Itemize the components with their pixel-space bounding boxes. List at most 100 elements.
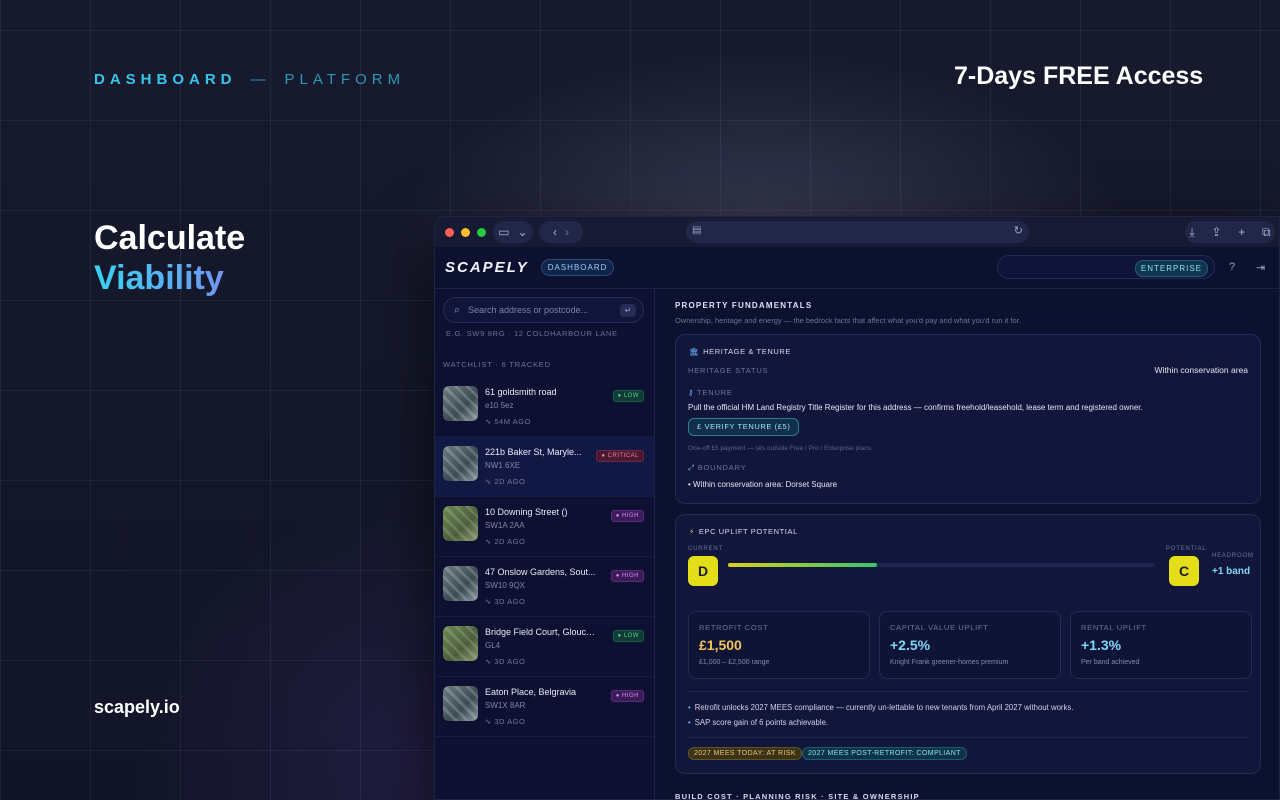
hero-heading: Calculate Viability	[94, 218, 245, 298]
trial-headline: 7-Days FREE Access	[954, 62, 1204, 90]
watchlist-item[interactable]: Bridge Field Court, Glouce... GL4 ∿ 3D A…	[435, 617, 654, 677]
sidebar-icon: ▭	[498, 225, 510, 239]
potential-label: POTENTIAL	[1166, 546, 1207, 552]
headroom-value: +1 band	[1212, 566, 1251, 577]
next-section-title: BUILD COST · PLANNING RISK · SITE & OWNE…	[675, 792, 920, 800]
app-logo[interactable]: SCAPELY	[445, 259, 529, 276]
verify-tenure-button[interactable]: £ VERIFY TENURE (£5)	[688, 418, 800, 436]
property-name: 221b Baker St, Maryle...	[485, 447, 582, 457]
mees-today-tag: 2027 MEES TODAY: AT RISK	[688, 747, 802, 760]
boundary-value: • Within conservation area: Dorset Squar…	[688, 480, 838, 489]
new-tab-icon[interactable]: +	[1238, 225, 1245, 239]
risk-badge: ● LOW	[612, 390, 644, 402]
account-switcher[interactable]: ENTERPRISE	[997, 255, 1215, 279]
search-box: ⌕ ↵	[443, 297, 644, 323]
epc-progress-fill	[728, 563, 878, 567]
history-nav: ‹ ›	[539, 221, 583, 243]
stat-description: £1,000 – £2,500 range	[699, 659, 770, 666]
watchlist-item[interactable]: Eaton Place, Belgravia SW1X 8AR ∿ 3D AGO…	[435, 677, 654, 737]
capital-uplift-stat: CAPITAL VALUE UPLIFT +2.5% Knight Frank …	[879, 611, 1061, 679]
property-thumbnail	[443, 566, 478, 601]
back-icon[interactable]: ‹	[553, 225, 557, 239]
help-icon[interactable]: ?	[1229, 261, 1235, 273]
boundary-label: ⤢ BOUNDARY	[688, 463, 747, 472]
epc-note: • Retrofit unlocks 2027 MEES compliance —…	[688, 703, 1074, 712]
mees-post-retrofit-tag: 2027 MEES POST-RETROFIT: COMPLIANT	[802, 747, 967, 760]
search-input[interactable]	[468, 301, 618, 319]
sidebar-toggle-button[interactable]: ▭ ⌄	[493, 221, 533, 243]
last-updated: ∿ 3D AGO	[485, 657, 526, 666]
risk-badge: ● HIGH	[610, 690, 644, 702]
share-icon[interactable]: ⇪	[1211, 225, 1221, 239]
activity-icon: ∿	[485, 657, 495, 666]
last-updated: ∿ 54M AGO	[485, 417, 531, 426]
boundary-icon: ⤢	[688, 463, 698, 472]
activity-icon: ∿	[485, 537, 495, 546]
retrofit-cost-stat: RETROFIT COST £1,500 £1,000 – £2,500 ran…	[688, 611, 870, 679]
epc-note: • SAP score gain of 6 points achievable.	[688, 718, 829, 727]
watchlist-item[interactable]: 47 Onslow Gardens, Sout... SW10 9QX ∿ 3D…	[435, 557, 654, 617]
brand-line: DASHBOARD — PLATFORM	[94, 71, 405, 88]
watchlist-item[interactable]: 221b Baker St, Maryle... NW1 6XE ∿ 2D AG…	[435, 437, 654, 497]
hero-line-1: Calculate	[94, 219, 246, 257]
property-postcode: SW10 9QX	[485, 581, 526, 590]
activity-icon: ∿	[485, 477, 495, 486]
tenure-label: ⚷ TENURE	[688, 388, 733, 397]
stat-value: +2.5%	[890, 637, 931, 653]
divider	[688, 691, 1248, 692]
epc-progress-track	[728, 563, 1154, 567]
property-name: 61 goldsmith road	[485, 387, 557, 397]
minimize-window-button[interactable]	[461, 227, 470, 237]
card-title: 🏛 HERITAGE & TENURE	[689, 347, 791, 356]
app-header: SCAPELY DASHBOARD ENTERPRISE ? ⇥	[435, 247, 1279, 289]
stat-label: CAPITAL VALUE UPLIFT	[890, 623, 989, 632]
activity-icon: ∿	[485, 717, 495, 726]
stat-label: RETROFIT COST	[699, 623, 769, 632]
property-name: Eaton Place, Belgravia	[485, 687, 577, 697]
watchlist-item[interactable]: 10 Downing Street () SW1A 2AA ∿ 2D AGO ●…	[435, 497, 654, 557]
watchlist-item[interactable]: 61 goldsmith road e10 5ez ∿ 54M AGO ● LO…	[435, 377, 654, 437]
section-title: PROPERTY FUNDAMENTALS	[675, 301, 813, 310]
property-thumbnail	[443, 686, 478, 721]
reload-icon[interactable]: ↻	[1014, 224, 1023, 237]
download-icon[interactable]: ⤓	[1189, 225, 1194, 240]
property-postcode: SW1X 8AR	[485, 701, 526, 710]
address-bar[interactable]: ▤ ↻	[686, 221, 1029, 243]
watchlist: 61 goldsmith road e10 5ez ∿ 54M AGO ● LO…	[435, 377, 654, 737]
property-thumbnail	[443, 626, 478, 661]
property-name: 10 Downing Street ()	[485, 507, 568, 517]
browser-window: ▭ ⌄ ‹ › ▤ ↻ ⤓ ⇪ + ⧉ SCAPELY DASHBOARD ENTE…	[434, 216, 1280, 800]
chevron-down-icon: ⌄	[517, 225, 528, 239]
stat-value: +1.3%	[1081, 637, 1122, 653]
brand-primary: DASHBOARD	[94, 71, 237, 88]
heritage-status-value: Within conservation area	[1154, 365, 1248, 375]
sidebar: ⌕ ↵ E.G. SW9 8RG · 12 COLDHARBOUR LANE W…	[435, 289, 655, 799]
property-postcode: NW1 6XE	[485, 461, 521, 470]
risk-badge: ● HIGH	[610, 570, 644, 582]
property-postcode: e10 5ez	[485, 401, 514, 410]
page-icon: ▤	[692, 225, 702, 236]
enter-key-icon[interactable]: ↵	[620, 304, 636, 317]
fine-print: One-off £5 payment — sits outside Free /…	[688, 445, 873, 452]
dashboard-nav-pill[interactable]: DASHBOARD	[540, 259, 615, 276]
close-window-button[interactable]	[445, 227, 454, 237]
last-updated: ∿ 3D AGO	[485, 717, 526, 726]
property-name: 47 Onslow Gardens, Sout...	[485, 567, 596, 577]
logout-icon[interactable]: ⇥	[1256, 261, 1265, 274]
risk-badge: ● LOW	[612, 630, 644, 642]
heritage-tenure-card: 🏛 HERITAGE & TENURE HERITAGE STATUS Withi…	[675, 334, 1261, 504]
forward-icon[interactable]: ›	[565, 225, 569, 239]
last-updated: ∿ 3D AGO	[485, 597, 526, 606]
tabs-overview-icon[interactable]: ⧉	[1262, 225, 1271, 240]
divider	[688, 737, 1248, 738]
last-updated: ∿ 2D AGO	[485, 477, 526, 486]
risk-badge: ● HIGH	[610, 510, 644, 522]
maximize-window-button[interactable]	[477, 227, 486, 237]
main-panel: PROPERTY FUNDAMENTALS Ownership, heritag…	[656, 289, 1279, 799]
card-title: ⚡ EPC UPLIFT POTENTIAL	[689, 527, 798, 536]
plan-badge: ENTERPRISE	[1134, 260, 1208, 277]
key-icon: ⚷	[688, 388, 698, 397]
activity-icon: ∿	[485, 597, 495, 606]
last-updated: ∿ 2D AGO	[485, 537, 526, 546]
hero-line-2: Viability	[94, 258, 245, 298]
